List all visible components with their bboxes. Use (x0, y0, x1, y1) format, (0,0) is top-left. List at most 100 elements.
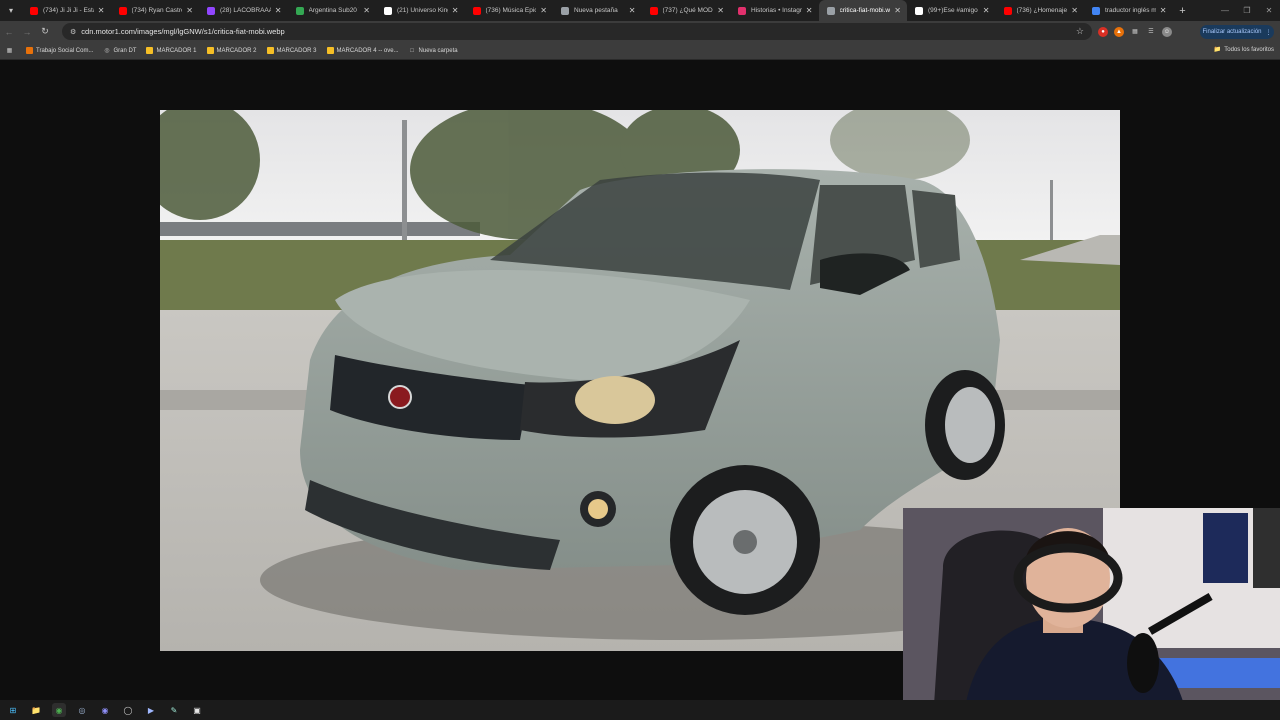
close-tab-icon[interactable]: ✕ (275, 6, 282, 15)
bookmark-label: MARCADOR 3 (276, 47, 317, 54)
tab-8[interactable]: Historias • Instagram ✕ (730, 0, 819, 21)
extensions-area: ● ▲ ▦ ☰ ☺ (1098, 21, 1172, 42)
tab-label: (737) ¿Qué MODELO (662, 7, 714, 14)
notes-icon[interactable]: ✎ (167, 703, 181, 717)
bookmark-icon (266, 47, 274, 54)
reload-icon: ↻ (41, 26, 49, 36)
tab-6[interactable]: Nueva pestaña ✕ (553, 0, 642, 21)
browser-toolbar: ← → ↻ ⚙ cdn.motor1.com/images/mgl/lgGNW/… (0, 21, 1280, 42)
tab-2[interactable]: (28) LACOBRAAA ✕ (199, 0, 288, 21)
close-tab-icon[interactable]: ✕ (452, 6, 459, 15)
tab-5[interactable]: (736) Música Épica ✕ (465, 0, 554, 21)
chrome-icon[interactable]: ◉ (52, 703, 66, 717)
tab-3[interactable]: Argentina Sub20 V ✕ (288, 0, 377, 21)
close-tab-icon[interactable]: ✕ (717, 6, 724, 15)
close-tab-icon[interactable]: ✕ (1071, 6, 1078, 15)
tiktok-icon (915, 6, 923, 15)
rear-window (912, 190, 960, 268)
obs-icon[interactable]: ◯ (121, 703, 135, 717)
minimize-icon[interactable]: — (1214, 6, 1236, 15)
page-icon (826, 6, 835, 15)
tab-4[interactable]: (21) Universo Kings ✕ (376, 0, 465, 21)
windows-start-icon[interactable]: ⊞ (6, 703, 20, 717)
tab-7[interactable]: (737) ¿Qué MODELO✕ (642, 0, 731, 21)
chevron-down-icon: ▾ (8, 6, 13, 15)
steam-icon[interactable]: ◎ (75, 703, 89, 717)
tab-1[interactable]: (734) Ryan Castro ✕ (111, 0, 200, 21)
front-wheel (670, 465, 820, 615)
media-control-icon[interactable]: ☰ (1146, 27, 1156, 37)
extension-icon[interactable]: ▲ (1114, 26, 1124, 37)
capture-icon[interactable]: ▣ (190, 703, 204, 717)
file-explorer-icon[interactable]: 📁 (29, 703, 43, 717)
bookmark-icon (206, 47, 214, 54)
close-tab-icon[interactable]: ✕ (540, 6, 547, 15)
twitch-icon (207, 6, 215, 15)
close-tab-icon[interactable]: ✕ (186, 6, 193, 15)
bookmark-6[interactable]: □ Nueva carpeta (409, 47, 457, 54)
webcam-overlay (903, 508, 1280, 720)
tab-10[interactable]: (99+)Ese #amigo q ✕ (907, 0, 996, 21)
address-url: cdn.motor1.com/images/mgl/lgGNW/s1/criti… (81, 27, 285, 36)
tab-11[interactable]: (736) ¿Homenaje a ✕ (996, 0, 1085, 21)
poster (1203, 513, 1248, 583)
reload-button[interactable]: ↻ (36, 21, 54, 42)
google-icon (1092, 6, 1100, 15)
tab-list: (734) Ji Ji Ji - Estadio✕(734) Ryan Cast… (22, 0, 1173, 21)
tab-search-button[interactable]: ▾ (0, 0, 22, 21)
close-tab-icon[interactable]: ✕ (894, 6, 901, 15)
tab-9[interactable]: critica-fiat-mobi.webp✕ (818, 0, 907, 21)
bookmarks-list: Trabajo Social Com... ◎ Gran DT MARCADOR 1 M… (26, 47, 468, 54)
tab-12[interactable]: traductor inglés ma ✕ (1084, 0, 1173, 21)
tab-0[interactable]: (734) Ji Ji Ji - Estadio ✕ (22, 0, 111, 21)
bookmark-star-icon[interactable]: ☆ (1076, 26, 1084, 37)
discord-icon[interactable]: ◉ (98, 703, 112, 717)
bookmarks-bar: ▦ Trabajo Social Com... ◎ Gran DT MARCADOR … (0, 42, 1280, 60)
tab-label: (734) Ryan Castro (131, 7, 183, 14)
recording-extension-icon[interactable]: ● (1098, 26, 1108, 37)
bookmark-0[interactable]: Trabajo Social Com... (26, 47, 93, 54)
all-bookmarks-button[interactable]: 📁 Todos los favoritos (1214, 46, 1274, 54)
apps-grid-icon: ▦ (6, 48, 13, 54)
puzzle-icon[interactable]: ▦ (1130, 27, 1140, 37)
more-menu-icon[interactable]: ⋮ (1266, 29, 1272, 36)
tab-label: (28) LACOBRAAA (220, 7, 271, 14)
bookmark-label: Trabajo Social Com... (36, 47, 94, 54)
bookmark-label: MARCADOR 4 -- ove... (336, 47, 399, 54)
headlight-lamp (575, 376, 655, 424)
bookmark-5[interactable]: MARCADOR 4 -- ove... (326, 47, 399, 54)
bookmark-2[interactable]: MARCADOR 1 (146, 47, 197, 54)
close-tab-icon[interactable]: ✕ (983, 6, 990, 15)
tab-label: (736) ¿Homenaje a (1016, 7, 1068, 14)
tab-strip: ▾ (734) Ji Ji Ji - Estadio✕(734) Ryan Ca… (0, 0, 1280, 21)
bookmark-1[interactable]: ◎ Gran DT (103, 47, 136, 55)
close-tab-icon[interactable]: ✕ (1160, 6, 1167, 15)
close-window-icon[interactable]: ✕ (1258, 6, 1280, 15)
maximize-icon[interactable]: ❐ (1236, 6, 1258, 15)
globe-icon: ◎ (104, 48, 110, 54)
address-bar[interactable]: ⚙ cdn.motor1.com/images/mgl/lgGNW/s1/cri… (62, 23, 1092, 40)
apps-button[interactable]: ▦ (6, 47, 16, 54)
close-tab-icon[interactable]: ✕ (806, 6, 813, 15)
arrow-right-icon: → (22, 26, 32, 37)
bookmark-icon (146, 47, 154, 54)
app-icon[interactable]: ▶ (144, 703, 158, 717)
bookmark-4[interactable]: MARCADOR 3 (266, 47, 317, 54)
profile-avatar-icon[interactable]: ☺ (1162, 26, 1172, 37)
all-bookmarks-label: Todos los favoritos (1224, 46, 1274, 53)
train (160, 222, 480, 236)
arrow-left-icon: ← (4, 26, 14, 37)
close-tab-icon[interactable]: ✕ (98, 6, 105, 15)
forward-button[interactable]: → (18, 21, 36, 42)
poster-2 (1253, 508, 1280, 588)
tab-label: Argentina Sub20 V (308, 7, 360, 14)
close-tab-icon[interactable]: ✕ (363, 6, 370, 15)
update-button[interactable]: Finalizar actualización ⋮ (1200, 25, 1274, 39)
bookmark-icon (326, 47, 334, 54)
tab-label: (736) Música Épica (485, 7, 537, 14)
close-tab-icon[interactable]: ✕ (629, 6, 636, 15)
back-button[interactable]: ← (0, 21, 18, 42)
new-tab-button[interactable]: + (1173, 0, 1193, 21)
site-info-icon[interactable]: ⚙ (70, 28, 76, 36)
bookmark-3[interactable]: MARCADOR 2 (206, 47, 257, 54)
